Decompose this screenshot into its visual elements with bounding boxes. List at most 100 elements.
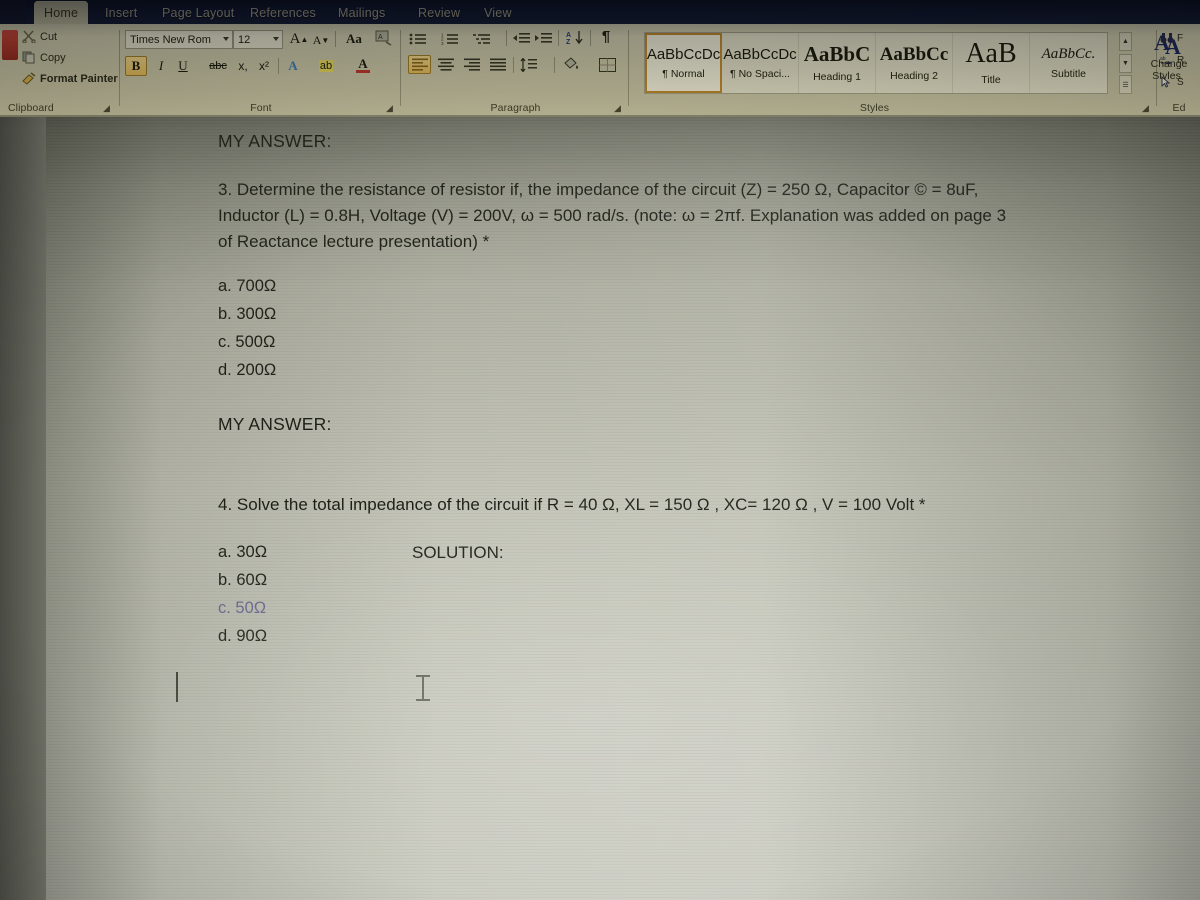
borders-button[interactable]	[596, 55, 618, 74]
underline-dropdown[interactable]	[193, 58, 203, 78]
line-spacing-dropdown[interactable]	[540, 57, 549, 76]
question-4-option-a: a. 30Ω	[218, 543, 268, 561]
change-case-button[interactable]: Aa	[341, 29, 369, 49]
numbering-button[interactable]: 123	[440, 29, 460, 48]
font-dialog-launcher[interactable]: ◢	[384, 103, 395, 114]
tab-references[interactable]: References	[240, 1, 326, 24]
style-no-spacing[interactable]: AaBbCcDc ¶ No Spaci...	[722, 33, 799, 93]
tab-mailings[interactable]: Mailings	[328, 1, 395, 24]
style-title[interactable]: AaB Title	[953, 33, 1030, 93]
underline-button[interactable]: U	[173, 56, 193, 76]
decrease-indent-button[interactable]	[512, 29, 532, 48]
font-size-input[interactable]: 12	[233, 30, 283, 49]
question-4-option-d: d. 90Ω	[218, 627, 268, 645]
paste-icon[interactable]	[2, 30, 18, 60]
font-color-button[interactable]: A	[353, 55, 373, 75]
show-formatting-marks-button[interactable]: ¶	[596, 27, 616, 46]
tab-review[interactable]: Review	[408, 1, 470, 24]
style-name: ¶ No Spaci...	[730, 67, 790, 80]
style-preview: AaB	[965, 38, 1017, 69]
gallery-scroll-down[interactable]: ▼	[1119, 53, 1132, 73]
divider	[513, 57, 514, 73]
tab-view-label: View	[484, 5, 512, 20]
italic-button[interactable]: I	[151, 56, 171, 76]
strikethrough-button[interactable]: abc	[205, 56, 231, 76]
font-color-swatch	[356, 69, 370, 73]
superscript-button[interactable]: x²	[253, 56, 275, 76]
borders-dropdown[interactable]	[618, 57, 627, 76]
font-name-value: Times New Rom	[130, 33, 211, 46]
align-left-button[interactable]	[408, 55, 431, 74]
style-heading-2[interactable]: AaBbCc Heading 2	[876, 33, 953, 93]
group-clipboard: Cut Copy Format Painter Clipboard ◢	[0, 24, 120, 117]
svg-text:ab: ab	[1160, 56, 1166, 62]
document-text-body[interactable]: MY ANSWER: 3. Determine the resistance o…	[46, 117, 1200, 900]
style-preview: AaBbCcDc	[646, 45, 721, 63]
styles-dialog-launcher[interactable]: ◢	[1140, 103, 1151, 114]
style-normal[interactable]: AaBbCcDc ¶ Normal	[645, 33, 722, 93]
highlight-button[interactable]: ab	[315, 56, 337, 76]
tab-view[interactable]: View	[474, 1, 522, 24]
align-right-icon	[463, 58, 480, 71]
style-heading-1[interactable]: AaBbC Heading 1	[799, 33, 876, 93]
align-center-button[interactable]	[434, 55, 457, 74]
multilevel-dropdown[interactable]	[492, 31, 501, 50]
font-color-dropdown[interactable]	[375, 58, 385, 78]
tab-review-label: Review	[418, 5, 461, 20]
bullets-dropdown[interactable]	[428, 31, 437, 50]
numbering-dropdown[interactable]	[460, 31, 469, 50]
highlight-dropdown[interactable]	[339, 58, 349, 78]
bold-button[interactable]: B	[125, 56, 147, 76]
text-effects-button[interactable]: A	[283, 56, 303, 76]
align-right-button[interactable]	[460, 55, 483, 74]
format-painter-button[interactable]: Format Painter	[22, 72, 118, 85]
clear-formatting-button[interactable]: A	[373, 28, 395, 48]
ribbon-tab-strip: Home Insert Page Layout References Maili…	[0, 0, 1200, 24]
clipboard-dialog-launcher[interactable]: ◢	[101, 103, 112, 114]
grow-font-button[interactable]: A ▲	[289, 29, 309, 49]
style-name: ¶ Normal	[662, 67, 705, 80]
text-effects-label: A	[288, 58, 298, 73]
styles-gallery[interactable]: AaBbCcDc ¶ Normal AaBbCcDc ¶ No Spaci...…	[644, 32, 1108, 94]
shading-button[interactable]	[560, 55, 582, 74]
gallery-scroll-up[interactable]: ▲	[1119, 32, 1132, 51]
cut-button[interactable]: Cut	[22, 30, 58, 44]
tab-page-layout[interactable]: Page Layout	[152, 1, 244, 24]
subscript-button[interactable]: x,	[233, 56, 253, 76]
document-workspace: MY ANSWER: 3. Determine the resistance o…	[0, 117, 1200, 900]
sort-icon: AZ	[566, 31, 583, 45]
increase-indent-button[interactable]	[534, 29, 554, 48]
cut-label: Cut	[40, 30, 58, 43]
style-name: Heading 2	[890, 69, 938, 82]
font-name-input[interactable]: Times New Rom	[125, 30, 233, 49]
line-spacing-button[interactable]	[518, 55, 540, 74]
justify-button[interactable]	[486, 55, 509, 74]
sort-button[interactable]: AZ	[564, 28, 586, 47]
divider	[335, 31, 336, 47]
tab-home[interactable]: Home	[34, 1, 89, 24]
question-4-line-1: 4. Solve the total impedance of the circ…	[218, 495, 926, 514]
shading-dropdown[interactable]	[582, 57, 591, 76]
svg-text:A: A	[378, 34, 383, 41]
text-effects-dropdown[interactable]	[302, 58, 312, 78]
multilevel-list-button[interactable]	[472, 29, 492, 48]
select-label: S	[1177, 77, 1184, 88]
shrink-font-label: A	[312, 32, 322, 47]
style-subtitle[interactable]: AaBbCc. Subtitle	[1030, 33, 1107, 93]
group-font: Times New Rom 12 A▲ A▼ Aa A B I U abc	[121, 24, 401, 117]
tab-insert[interactable]: Insert	[95, 1, 147, 24]
copy-button[interactable]: Copy	[22, 51, 66, 64]
paragraph-dialog-launcher[interactable]: ◢	[612, 103, 623, 114]
document-page[interactable]: MY ANSWER: 3. Determine the resistance o…	[46, 117, 1200, 900]
gallery-more[interactable]: ☰	[1119, 75, 1132, 94]
solution-label: SOLUTION:	[412, 543, 504, 562]
bullets-button[interactable]	[408, 29, 428, 48]
styles-gallery-scroll[interactable]: ▲ ▼ ☰	[1119, 32, 1132, 94]
shrink-font-button[interactable]: A ▼	[311, 30, 331, 50]
style-preview: AaBbCcDc	[723, 45, 797, 63]
copy-icon	[22, 51, 36, 64]
bullets-icon	[409, 33, 426, 44]
replace-button[interactable]: ab R	[1160, 54, 1184, 67]
find-button[interactable]: F	[1160, 32, 1183, 45]
select-button[interactable]: S	[1160, 76, 1184, 89]
